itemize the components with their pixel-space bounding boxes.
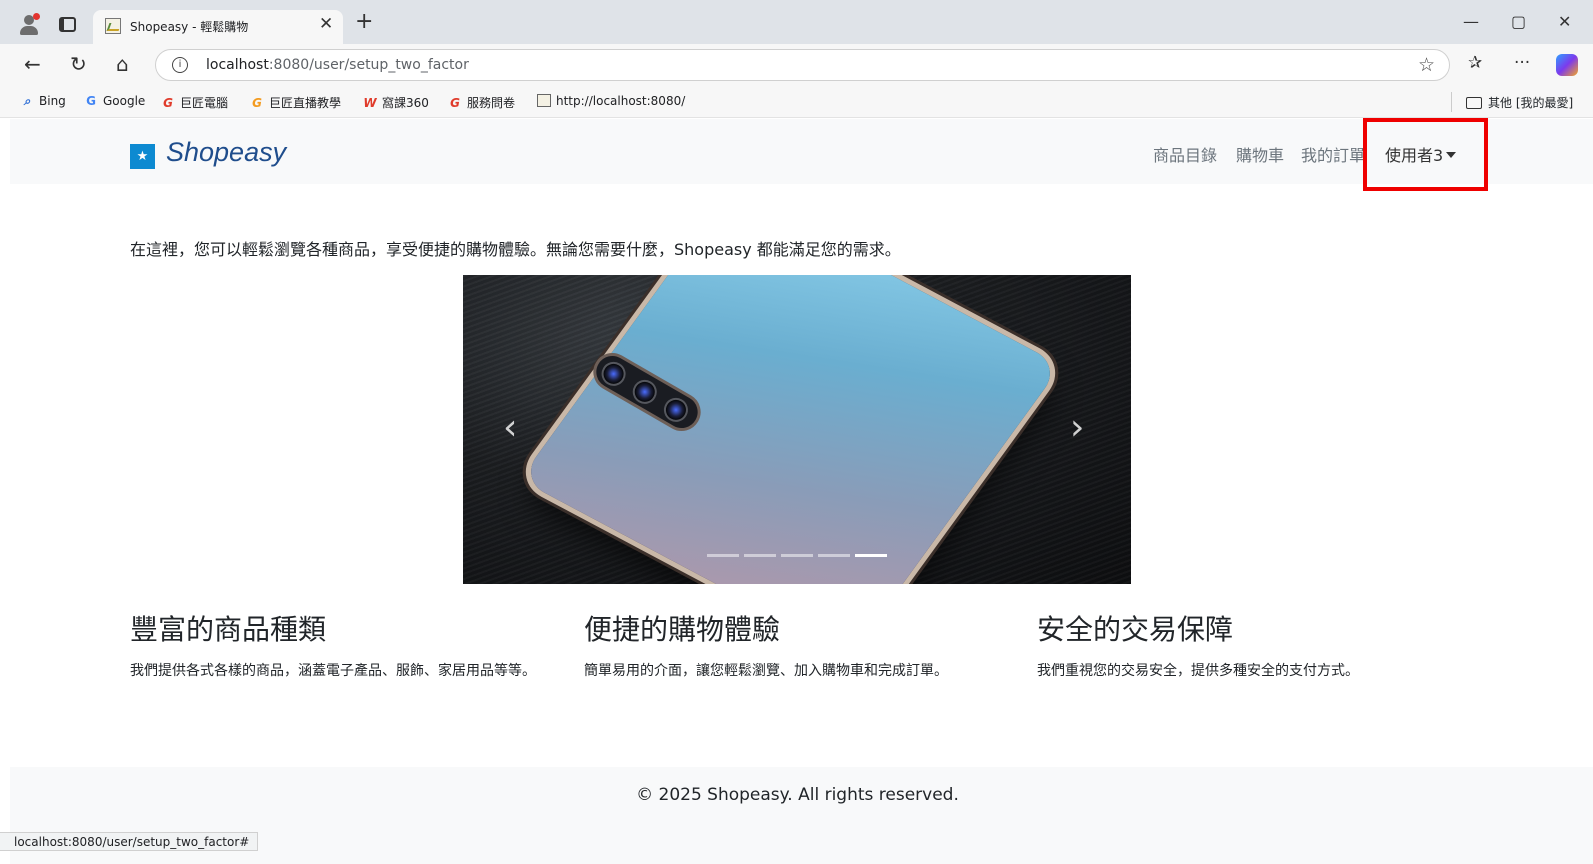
carousel-indicator[interactable] — [744, 554, 776, 557]
star-logo-icon: ★ — [130, 144, 155, 169]
bookmarks-divider — [1451, 92, 1452, 112]
brand-name: Shopeasy — [166, 137, 287, 167]
feature-card: 安全的交易保障 我們重視您的交易安全，提供多種安全的支付方式。 — [1037, 608, 1469, 684]
survey-icon: G — [450, 96, 460, 110]
bookmark-gjun[interactable]: G 巨匠電腦 — [161, 94, 228, 111]
carousel-indicator[interactable] — [707, 554, 739, 557]
more-icon[interactable]: ··· — [1514, 53, 1530, 73]
feature-title: 安全的交易保障 — [1037, 613, 1234, 646]
feature-card: 便捷的購物體驗 簡單易用的介面，讓您輕鬆瀏覽、加入購物車和完成訂單。 — [584, 608, 1016, 684]
minimize-icon[interactable]: — — [1463, 12, 1479, 31]
restore-icon[interactable]: ▢ — [1511, 12, 1526, 31]
browser-tab-strip: Shopeasy - 輕鬆購物 ✕ + — ▢ ✕ — [0, 0, 1593, 44]
gjun-icon: G — [163, 96, 173, 110]
profile-icon[interactable] — [18, 13, 40, 36]
gjun-live-icon: G — [252, 96, 262, 110]
feature-title: 便捷的購物體驗 — [584, 613, 781, 646]
site-navbar: ★ Shopeasy 商品目錄 購物車 我的訂單 使用者3 — [10, 118, 1593, 191]
feature-text: 我們提供各式各樣的商品，涵蓋電子產品、服飾、家居用品等等。 — [130, 663, 536, 679]
carousel-indicator[interactable] — [818, 554, 850, 557]
chevron-left-icon[interactable]: ‹ — [503, 407, 517, 448]
chevron-right-icon[interactable]: › — [1070, 407, 1084, 448]
folder-icon — [1466, 97, 1482, 109]
nav-link-catalog[interactable]: 商品目錄 — [1153, 142, 1217, 166]
page-icon — [537, 94, 551, 107]
bookmark-gjun-live[interactable]: G 巨匠直播教學 — [250, 94, 341, 111]
url-field[interactable]: i localhost:8080/user/setup_two_factor ☆ — [155, 49, 1450, 81]
search-icon: ⌕ — [23, 94, 31, 108]
google-icon: G — [86, 94, 96, 108]
nav-link-orders[interactable]: 我的訂單 — [1301, 142, 1365, 166]
bookmark-wocom[interactable]: W 窩課360 — [363, 94, 429, 111]
tab-actions-icon[interactable] — [59, 17, 76, 32]
intro-text: 在這裡，您可以輕鬆瀏覽各種商品，享受便捷的購物體驗。無論您需要什麼，Shopea… — [130, 240, 901, 259]
feature-card: 豐富的商品種類 我們提供各式各樣的商品，涵蓋電子產品、服飾、家居用品等等。 — [130, 608, 562, 684]
close-window-icon[interactable]: ✕ — [1558, 12, 1571, 31]
bookmark-bing[interactable]: ⌕ Bing — [20, 94, 66, 109]
other-favorites-folder[interactable]: 其他 [我的最愛] — [1466, 94, 1573, 111]
favorite-star-icon[interactable]: ☆ — [1418, 54, 1435, 76]
status-bar-url: localhost:8080/user/setup_two_factor# — [0, 832, 259, 851]
carousel-indicator[interactable] — [855, 554, 887, 557]
url-host: localhost — [206, 57, 269, 73]
page-content: ★ Shopeasy 商品目錄 購物車 我的訂單 使用者3 在這裡，您可以輕鬆瀏… — [10, 118, 1593, 864]
address-bar-row: ← ↻ ⌂ i localhost:8080/user/setup_two_fa… — [0, 44, 1593, 86]
refresh-icon[interactable]: ↻ — [70, 52, 87, 76]
bookmarks-bar: ⌕ Bing G Google G 巨匠電腦 G 巨匠直播教學 W 窩課360 G 服務問卷… — [0, 86, 1593, 118]
new-tab-icon[interactable]: + — [355, 9, 373, 34]
site-favicon-icon — [105, 18, 121, 34]
tab-title: Shopeasy - 輕鬆購物 — [130, 20, 249, 34]
feature-title: 豐富的商品種類 — [130, 613, 327, 646]
wocom-icon: W — [363, 96, 377, 110]
feature-text: 簡單易用的介面，讓您輕鬆瀏覽、加入購物車和完成訂單。 — [584, 663, 948, 679]
bookmark-google[interactable]: G Google — [84, 94, 145, 108]
favorites-icon[interactable]: ✰ — [1468, 53, 1482, 73]
site-info-icon[interactable]: i — [172, 57, 188, 73]
carousel-indicator[interactable] — [781, 554, 813, 557]
close-tab-icon[interactable]: ✕ — [319, 14, 333, 34]
browser-tab[interactable]: Shopeasy - 輕鬆購物 ✕ — [93, 10, 343, 44]
product-carousel[interactable]: ‹ › — [463, 275, 1131, 584]
feature-text: 我們重視您的交易安全，提供多種安全的支付方式。 — [1037, 663, 1359, 679]
home-icon[interactable]: ⌂ — [116, 52, 129, 76]
url-path: :8080/user/setup_two_factor — [268, 57, 469, 73]
back-icon[interactable]: ← — [24, 52, 41, 76]
copyright-text: © 2025 Shopeasy. All rights reserved. — [636, 785, 959, 805]
bookmark-localhost[interactable]: http://localhost:8080/ — [537, 94, 685, 108]
highlight-box — [1363, 118, 1488, 191]
bookmark-survey[interactable]: G 服務問卷 — [448, 94, 515, 111]
nav-link-cart[interactable]: 購物車 — [1236, 142, 1284, 166]
copilot-icon[interactable] — [1556, 54, 1578, 76]
